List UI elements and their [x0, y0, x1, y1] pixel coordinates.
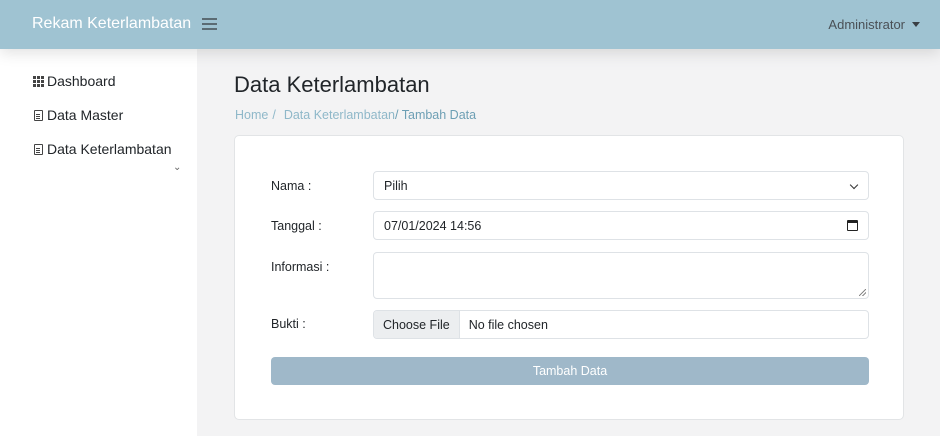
informasi-textarea[interactable] — [373, 252, 869, 299]
breadcrumb-home[interactable]: Home — [235, 108, 268, 122]
main-content: Data Keterlambatan Home / Data Keterlamb… — [197, 49, 940, 436]
sidebar-item-label: Data Master — [47, 107, 124, 123]
sidebar-item-data-master[interactable]: Data Master — [32, 107, 123, 123]
brand-title[interactable]: Rekam Keterlambatan — [32, 15, 191, 33]
tanggal-input[interactable]: 07/01/2024 14:56 — [373, 211, 869, 240]
nama-select[interactable]: Pilih — [373, 171, 869, 200]
sidebar-item-label: Dashboard — [47, 73, 116, 89]
resize-handle-icon[interactable] — [859, 289, 866, 296]
page-title: Data Keterlambatan — [234, 72, 430, 97]
user-menu[interactable]: Administrator — [828, 17, 920, 32]
file-status: No file chosen — [468, 317, 548, 332]
grid-icon — [32, 75, 44, 87]
breadcrumb: Home / Data Keterlambatan / Tambah Data — [235, 108, 476, 122]
bukti-label: Bukti : — [271, 317, 306, 331]
sidebar-item-label: Data Keterlambatan — [47, 141, 172, 157]
document-icon — [32, 143, 44, 155]
tanggal-value: 07/01/2024 14:56 — [384, 219, 482, 233]
chevron-down-icon — [849, 180, 859, 190]
breadcrumb-current: / Tambah Data — [395, 108, 477, 122]
form-card: Nama : Pilih Tanggal : 07/01/2024 14:56 … — [234, 135, 904, 420]
tambah-data-button[interactable]: Tambah Data — [271, 357, 869, 385]
menu-toggle-icon[interactable] — [202, 17, 217, 31]
caret-down-icon — [912, 22, 920, 27]
bukti-file-input[interactable]: Choose File No file chosen — [373, 310, 869, 339]
chevron-down-icon[interactable]: ⌄ — [173, 162, 181, 173]
nama-label: Nama : — [271, 179, 312, 193]
sidebar-item-dashboard[interactable]: Dashboard — [32, 73, 116, 89]
calendar-icon[interactable] — [847, 220, 858, 231]
user-name: Administrator — [828, 17, 905, 32]
informasi-label: Informasi : — [271, 260, 330, 274]
choose-file-button[interactable]: Choose File — [374, 311, 460, 338]
sidebar-item-data-keterlambatan[interactable]: Data Keterlambatan — [32, 141, 172, 157]
sidebar: Dashboard Data Master ⌄ Data Keterlambat… — [0, 49, 197, 436]
breadcrumb-separator: / — [272, 108, 276, 122]
top-navbar: Rekam Keterlambatan Administrator — [0, 0, 940, 49]
tanggal-label: Tanggal : — [271, 219, 322, 233]
nama-select-value: Pilih — [384, 179, 408, 193]
breadcrumb-data-keterlambatan[interactable]: Data Keterlambatan — [284, 108, 395, 122]
file-icon — [32, 109, 44, 121]
